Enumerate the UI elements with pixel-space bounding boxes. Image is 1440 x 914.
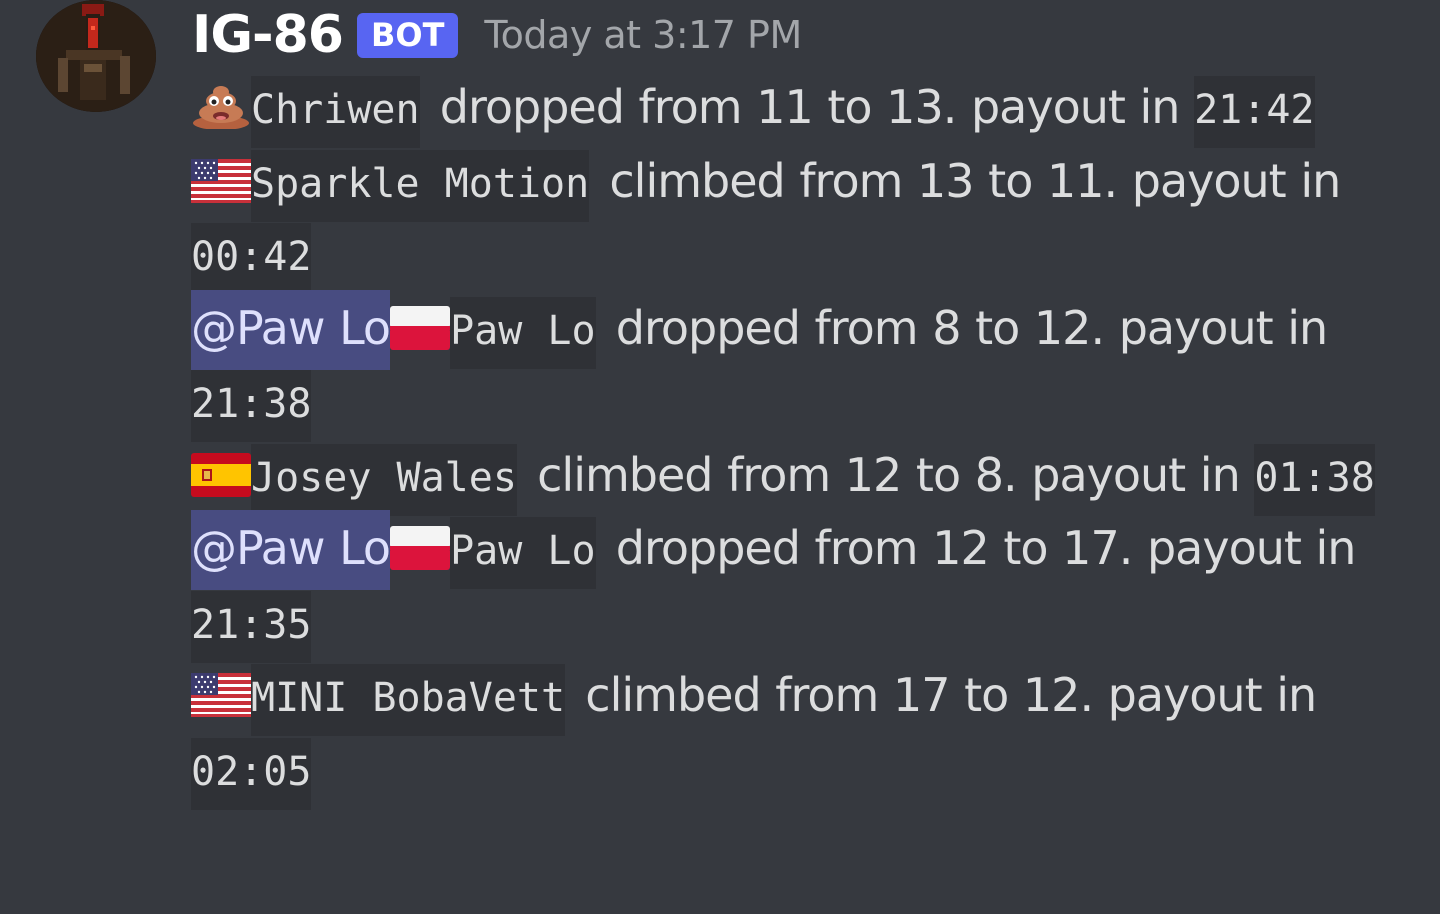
message-header: IG-86 BOT Today at 3:17 PM: [192, 0, 802, 70]
ranking-text: climbed from 12 to 8. payout in: [522, 447, 1255, 502]
player-name: Chriwen: [251, 76, 420, 148]
ranking-update: Sparkle Motion climbed from 13 to 11. pa…: [191, 146, 1406, 295]
payout-time: 21:38: [191, 370, 312, 442]
ranking-update: @Paw Lo Paw Lo dropped from 8 to 12. pay…: [191, 289, 1406, 442]
bot-tag: BOT: [356, 12, 459, 58]
player-name: MINI BobaVett: [251, 664, 566, 736]
ranking-text: climbed from 13 to 11. payout in: [594, 153, 1341, 208]
player-name: Josey Wales: [251, 443, 517, 516]
user-mention[interactable]: @Paw Lo: [191, 289, 391, 370]
author-avatar[interactable]: [36, 0, 156, 112]
ranking-update: Josey Wales climbed from 12 to 8. payout…: [191, 440, 1406, 516]
message-timestamp[interactable]: Today at 3:17 PM: [484, 13, 802, 57]
us-flag-icon: [191, 673, 251, 717]
ranking-text: dropped from 11 to 13. payout in: [425, 80, 1195, 134]
player-name: Paw Lo: [450, 296, 596, 369]
ranking-text: dropped from 8 to 12. payout in: [601, 300, 1328, 355]
ranking-update: MINI BobaVett climbed from 17 to 12. pay…: [191, 660, 1406, 810]
poland-flag-icon: [390, 305, 451, 350]
ranking-update: Chriwen dropped from 11 to 13. payout in…: [191, 72, 1406, 148]
droid-avatar-icon: [36, 0, 156, 112]
message-body: Chriwen dropped from 11 to 13. payout in…: [191, 72, 1406, 810]
payout-time: 00:42: [191, 223, 312, 295]
poop-icon: [191, 85, 251, 129]
player-name: Paw Lo: [450, 517, 596, 589]
player-name: Sparkle Motion: [251, 149, 590, 222]
payout-time: 21:42: [1194, 76, 1315, 148]
poland-flag-icon: [390, 526, 451, 570]
user-mention[interactable]: @Paw Lo: [191, 510, 391, 590]
spain-flag-icon: [191, 452, 251, 497]
payout-time: 01:38: [1254, 443, 1375, 516]
payout-time: 21:35: [191, 590, 312, 663]
author-username[interactable]: IG-86: [192, 5, 344, 65]
ranking-text: climbed from 17 to 12. payout in: [570, 668, 1317, 722]
ranking-text: dropped from 12 to 17. payout in: [601, 521, 1357, 575]
payout-time: 02:05: [191, 737, 312, 810]
ranking-update: @Paw Lo Paw Lo dropped from 12 to 17. pa…: [191, 510, 1406, 663]
us-flag-icon: [191, 158, 251, 203]
